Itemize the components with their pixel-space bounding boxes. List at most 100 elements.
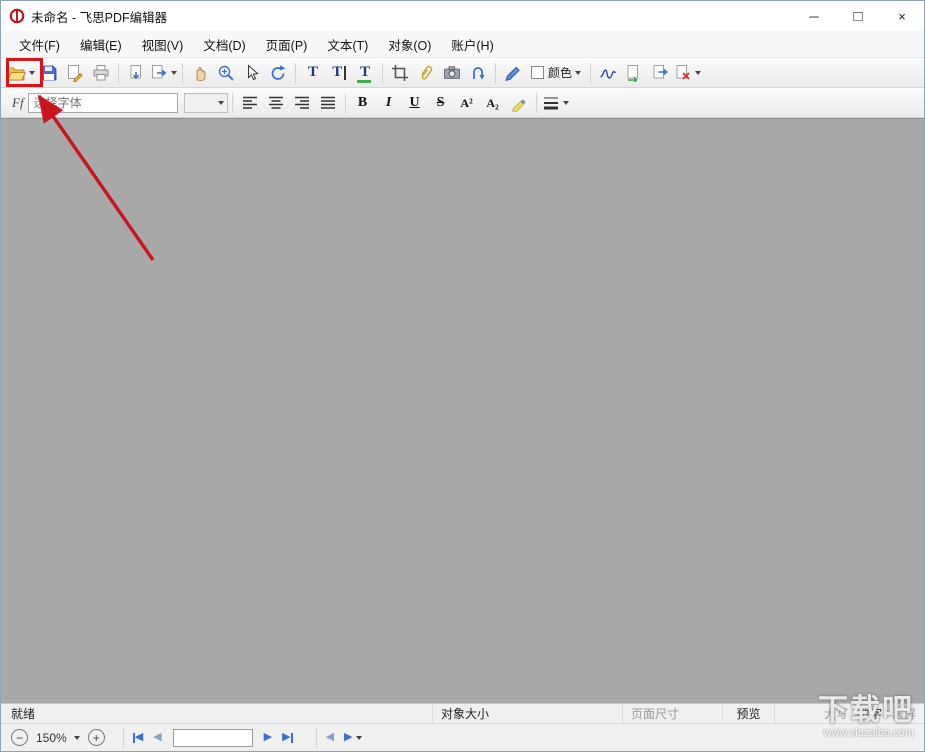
bottom-bar: − 150% + ◀ ◀ ▶ ▶ ◀ ▶ (1, 723, 924, 751)
superscript-icon: A² (460, 97, 472, 109)
open-dropdown-icon[interactable] (29, 71, 35, 75)
select-tool-button[interactable] (240, 61, 264, 85)
line-style-dropdown-icon[interactable] (563, 101, 569, 105)
highlight-button[interactable] (507, 91, 531, 115)
magnifier-icon (217, 64, 235, 82)
zoom-dropdown-icon[interactable] (74, 736, 80, 740)
minimize-button[interactable]: ─ (792, 1, 836, 31)
page-extract-button[interactable] (648, 61, 672, 85)
page-delete-icon (674, 64, 692, 82)
signature-button[interactable] (596, 61, 620, 85)
underline-icon: U (410, 96, 420, 110)
align-center-button[interactable] (264, 91, 288, 115)
bold-button[interactable]: B (351, 91, 375, 115)
color-label: 颜色 (548, 64, 572, 81)
page-number-input[interactable] (173, 729, 253, 747)
superscript-button[interactable]: A² (455, 91, 479, 115)
subscript-button[interactable]: A₂ (481, 91, 505, 115)
zoom-level-value: 150% (36, 731, 67, 745)
font-size-combo[interactable] (184, 93, 228, 113)
add-text-button[interactable]: T (301, 61, 325, 85)
align-justify-icon (319, 94, 337, 112)
print-icon (92, 64, 110, 82)
export-document-button[interactable] (150, 61, 177, 85)
line-style-button[interactable] (542, 91, 569, 115)
title-bar[interactable]: 未命名 - 飞思PDF编辑器 ─ □ × (1, 1, 924, 31)
menu-edit[interactable]: 编辑(E) (70, 31, 132, 58)
save-button[interactable] (37, 61, 61, 85)
scroll-lock-indicator: 滚屏 (892, 705, 916, 722)
import-document-button[interactable] (124, 61, 148, 85)
page-insert-button[interactable] (622, 61, 646, 85)
italic-icon: I (386, 96, 391, 110)
export-dropdown-icon[interactable] (171, 71, 177, 75)
attach-file-button[interactable] (414, 61, 438, 85)
text-style-button[interactable]: T (353, 61, 377, 85)
pen-tool-button[interactable] (501, 61, 525, 85)
underline-button[interactable]: U (403, 91, 427, 115)
format-toolbar: Ff B (1, 88, 924, 118)
page-delete-button[interactable] (674, 61, 701, 85)
text-tool-icon: T (308, 65, 318, 80)
snapshot-button[interactable] (440, 61, 464, 85)
first-page-arrow-icon: ◀ (135, 732, 143, 743)
edit-document-button[interactable] (63, 61, 87, 85)
open-button[interactable] (7, 61, 35, 85)
font-family-input[interactable] (28, 93, 178, 113)
zoom-in-button[interactable]: + (88, 729, 105, 746)
pen-icon (504, 64, 522, 82)
zoom-out-button[interactable]: − (11, 729, 28, 746)
page-delete-dropdown-icon[interactable] (695, 71, 701, 75)
view-forward-button[interactable]: ▶ (344, 732, 361, 743)
close-button[interactable]: × (880, 1, 924, 31)
first-page-button[interactable]: ◀ (133, 732, 143, 743)
menu-object[interactable]: 对象(O) (378, 31, 441, 58)
paperclip-icon (417, 64, 435, 82)
color-dropdown-icon[interactable] (575, 71, 581, 75)
menu-document[interactable]: 文档(D) (193, 31, 255, 58)
edit-text-button[interactable]: T (327, 61, 351, 85)
view-history-dropdown-icon[interactable] (356, 736, 362, 740)
toolbar-separator (345, 93, 346, 113)
align-right-button[interactable] (290, 91, 314, 115)
menu-page[interactable]: 页面(P) (256, 31, 318, 58)
zoom-level-combo[interactable]: 150% (36, 731, 80, 745)
document-canvas[interactable] (1, 118, 924, 703)
camera-icon (443, 64, 461, 82)
menu-view[interactable]: 视图(V) (132, 31, 194, 58)
curve-tool-button[interactable] (466, 61, 490, 85)
align-justify-button[interactable] (316, 91, 340, 115)
next-page-arrow-icon: ▶ (264, 732, 272, 743)
zoom-tool-button[interactable] (214, 61, 238, 85)
status-lock-indicators: 大写 数字 滚屏 (774, 704, 924, 723)
align-left-button[interactable] (238, 91, 262, 115)
last-page-bar-icon (291, 733, 293, 743)
maximize-button[interactable]: □ (836, 1, 880, 31)
crop-button[interactable] (388, 61, 412, 85)
prev-page-button[interactable]: ◀ (153, 732, 161, 743)
caps-lock-indicator: 大写 (824, 705, 848, 722)
font-size-dropdown-icon[interactable] (218, 101, 224, 105)
status-preview-button[interactable]: 预览 (722, 704, 774, 723)
status-ready: 就绪 (1, 704, 432, 723)
toolbar-separator (123, 728, 124, 748)
print-button[interactable] (89, 61, 113, 85)
strikethrough-button[interactable]: S (429, 91, 453, 115)
menu-file[interactable]: 文件(F) (9, 31, 70, 58)
line-style-icon (542, 95, 560, 111)
color-picker-button[interactable]: 颜色 (527, 61, 585, 85)
hand-tool-button[interactable] (188, 61, 212, 85)
toolbar-separator (316, 728, 317, 748)
u-turn-arrow-icon (469, 64, 487, 82)
menu-text[interactable]: 文本(T) (317, 31, 378, 58)
menu-account[interactable]: 账户(H) (441, 31, 503, 58)
menu-bar: 文件(F) 编辑(E) 视图(V) 文档(D) 页面(P) 文本(T) 对象(O… (1, 31, 924, 58)
view-back-button[interactable]: ◀ (326, 732, 334, 743)
toolbar-separator (382, 63, 383, 83)
next-page-button[interactable]: ▶ (264, 732, 272, 743)
last-page-button[interactable]: ▶ (282, 732, 292, 743)
italic-button[interactable]: I (377, 91, 401, 115)
status-page-size: 页面尺寸 (622, 704, 722, 723)
rotate-tool-button[interactable] (266, 61, 290, 85)
status-object-size: 对象大小 (432, 704, 622, 723)
